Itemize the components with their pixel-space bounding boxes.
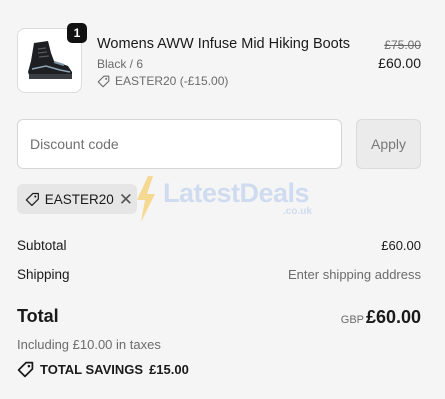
shipping-label: Shipping [17,267,70,282]
total-savings: TOTAL SAVINGS £15.00 [17,361,189,378]
tag-icon [25,192,39,206]
original-price: £75.00 [384,38,421,52]
subtotal-value: £60.00 [381,238,421,253]
discount-form: Apply [17,119,421,169]
applied-code-label: EASTER20 [44,191,114,207]
discount-code-input[interactable] [17,119,342,169]
product-discount: EASTER20 (-£15.00) [97,74,228,88]
cart-line-item: 1 Womens AWW Infuse Mid Hiking Boots Bla… [17,23,421,94]
watermark-sub: .co.uk [283,206,312,217]
product-variant: Black / 6 [97,57,144,71]
savings-value: £15.00 [149,362,189,377]
quantity-badge: 1 [67,23,87,43]
applied-discount-chip: EASTER20 ✕ [17,184,137,214]
shipping-value: Enter shipping address [288,267,421,282]
taxes-note: Including £10.00 in taxes [17,337,161,352]
watermark-text: LatestDeals [163,178,310,208]
current-price: £60.00 [378,55,421,71]
subtotal-label: Subtotal [17,238,67,253]
product-discount-label: EASTER20 (-£15.00) [115,74,229,88]
total-label: Total [17,306,59,326]
savings-label: TOTAL SAVINGS [40,362,144,377]
product-title: Womens AWW Infuse Mid Hiking Boots [97,36,351,52]
total-value: £60.00 [365,307,421,327]
close-icon[interactable]: ✕ [119,191,133,208]
lightning-bolt-icon [137,176,155,222]
watermark: LatestDeals .co.uk [135,174,325,224]
apply-button[interactable]: Apply [356,119,421,169]
total-currency: GBP [340,314,364,326]
tag-icon [97,75,110,87]
hiking-boot-icon [27,40,72,79]
tag-icon [17,361,34,378]
